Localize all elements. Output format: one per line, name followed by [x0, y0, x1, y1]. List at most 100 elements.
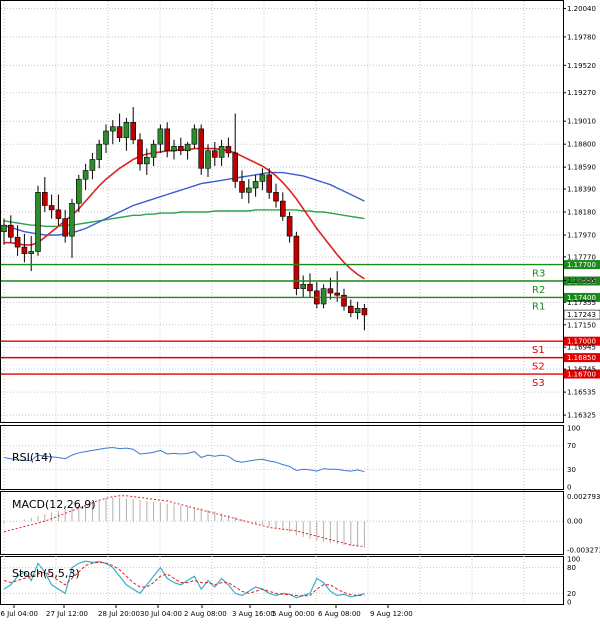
price-tick-label: 1.18180 — [567, 209, 596, 217]
candle-bear — [116, 126, 123, 138]
macd-tick-label: -0.003273 — [567, 547, 600, 555]
candle-bull — [300, 283, 307, 289]
candle-bear — [225, 146, 232, 154]
rsi-tick-label: 100 — [567, 425, 580, 433]
candle-bear — [327, 288, 334, 294]
candle-bull — [184, 143, 191, 152]
stoch-tick-label: 80 — [567, 564, 576, 572]
candle-bull — [1, 224, 7, 233]
price-tick-label: 1.19010 — [567, 118, 596, 126]
candle-bear — [21, 246, 28, 254]
time-tick-label: 3 Aug 16:00 — [232, 610, 275, 618]
candle-bear — [212, 150, 218, 158]
candle-bear — [164, 128, 170, 152]
chart-root: R3 1.17700 R2 1.17550 R1 1.17400 S1 1.17000 S2 1.… — [0, 0, 600, 622]
time-tick-label: 30 Jul 04:00 — [140, 610, 182, 618]
price-tick-label: 1.16945 — [567, 344, 596, 352]
candle-bear — [198, 128, 204, 169]
price-tick-label: 1.19780 — [567, 33, 596, 41]
level-label-r1: R1 — [532, 301, 545, 312]
candle-bull — [205, 150, 211, 169]
stoch-tick-label: 20 — [567, 590, 576, 598]
candle-bear — [55, 209, 62, 219]
candle-bull — [89, 159, 96, 171]
candle-bear — [334, 292, 341, 296]
candle-bear — [48, 205, 55, 211]
candle-bull — [191, 128, 198, 145]
macd-tick-label: 0.00 — [567, 518, 583, 526]
price-tick-label: 1.19270 — [567, 89, 596, 97]
stoch-tick-label: 0 — [567, 599, 571, 607]
candle-bull — [259, 174, 266, 182]
candle-bear — [178, 146, 184, 152]
time-tick-label: 6 Aug 08:00 — [318, 610, 361, 618]
price-tick-label: 1.19520 — [567, 62, 596, 70]
candle-bull — [123, 121, 130, 138]
rsi-label: RSI(14) — [12, 451, 52, 464]
price-tick-label: 1.17555 — [567, 277, 596, 285]
candle-bear — [8, 224, 14, 238]
stoch-tick-label: 100 — [567, 556, 580, 564]
candle-bull — [28, 251, 35, 254]
price-tick-label: 1.17150 — [567, 321, 596, 329]
candle-bear — [41, 192, 48, 206]
rsi-tick-label: 0 — [567, 484, 571, 492]
level-label-s1: S1 — [532, 345, 545, 356]
candle-bear — [239, 181, 245, 193]
candle-bear — [286, 216, 293, 237]
candle-bull — [110, 126, 116, 132]
candle-bear — [361, 308, 368, 316]
macd-label: MACD(12,26,9) — [12, 498, 96, 511]
candle-bear — [14, 236, 21, 248]
time-axis: 26 Jul 04:00 27 Jul 12:00 28 Jul 20:00 30 J… — [0, 604, 413, 618]
candle-bull — [218, 146, 225, 158]
candle-bull — [150, 143, 157, 158]
time-tick-label: 5 Aug 00:00 — [272, 610, 315, 618]
candle-bear — [137, 139, 143, 165]
level-label-s2: S2 — [532, 362, 545, 373]
price-tick-label: 1.18800 — [567, 141, 596, 149]
candle-bull — [354, 308, 361, 314]
time-tick-label: 28 Jul 20:00 — [98, 610, 140, 618]
macd-tick-label: 0.002793 — [567, 493, 600, 501]
rsi-pane — [0, 425, 564, 490]
candle-bull — [35, 192, 41, 252]
stoch-pane — [0, 556, 564, 605]
candle-bull — [96, 143, 102, 160]
level-label-s3: S3 — [532, 378, 545, 389]
level-price-value: 1.16850 — [567, 354, 596, 362]
candle-bear — [232, 152, 238, 182]
candle-bear — [130, 121, 136, 141]
price-tick-label: 1.16325 — [567, 412, 596, 420]
candle-bear — [62, 218, 69, 237]
price-tick-label: 1.17970 — [567, 232, 596, 240]
level-label-r3: R3 — [532, 269, 545, 280]
price-tick-label: 1.16535 — [567, 389, 596, 397]
rsi-tick-label: 70 — [567, 442, 576, 450]
price-tick-label: 1.16745 — [567, 366, 596, 374]
price-tick-label: 1.18390 — [567, 186, 596, 194]
stoch-label: Stoch(5,5,3) — [12, 567, 80, 580]
price-tick-label: 1.18590 — [567, 164, 596, 172]
candle-bull — [171, 146, 177, 152]
candle-bear — [307, 283, 313, 292]
candle-bear — [273, 192, 279, 202]
candle-bull — [246, 187, 252, 193]
candle-bull — [76, 178, 82, 204]
current-price-value: 1.17243 — [567, 311, 596, 319]
time-tick-label: 9 Aug 12:00 — [370, 610, 413, 618]
level-label-r2: R2 — [532, 285, 545, 296]
price-tick-label: 1.17770 — [567, 253, 596, 261]
time-tick-label: 27 Jul 12:00 — [46, 610, 88, 618]
candle-bear — [279, 200, 286, 217]
candle-bull — [82, 170, 89, 180]
price-tick-label: 1.20040 — [567, 5, 596, 13]
rsi-tick-label: 30 — [567, 466, 576, 474]
candle-bear — [266, 174, 273, 193]
forex-chart: R31.17700R21.17550R11.17400S11.17000S21.… — [0, 0, 600, 618]
candle-bull — [320, 288, 327, 305]
candle-bull — [157, 128, 164, 145]
candle-bull — [144, 157, 150, 165]
time-tick-label: 2 Aug 08:00 — [184, 610, 227, 618]
time-tick-label: 26 Jul 04:00 — [0, 610, 38, 618]
